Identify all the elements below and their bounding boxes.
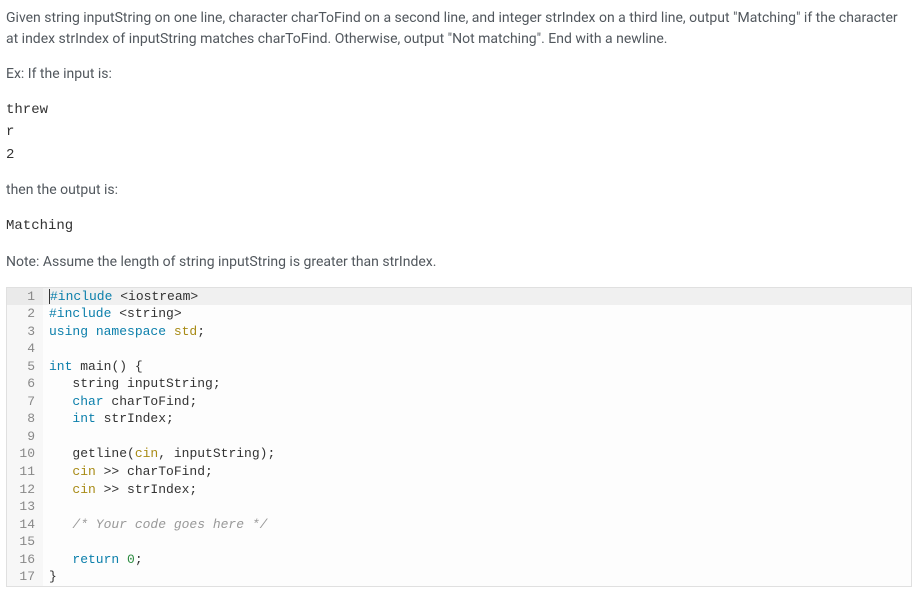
code-content[interactable]: int main() {	[43, 358, 911, 376]
code-content[interactable]: string inputString;	[43, 375, 911, 393]
code-content[interactable]	[43, 533, 911, 551]
code-content[interactable]: cin >> charToFind;	[43, 463, 911, 481]
code-line[interactable]: 6 string inputString;	[7, 375, 911, 393]
line-number: 8	[7, 410, 43, 428]
code-content[interactable]: return 0;	[43, 551, 911, 569]
example-input: threw r 2	[6, 99, 912, 166]
code-content[interactable]	[43, 498, 911, 516]
line-number: 10	[7, 445, 43, 463]
code-line[interactable]: 9	[7, 428, 911, 446]
example-output-label: then the output is:	[6, 180, 912, 201]
code-content[interactable]: #include <iostream>	[43, 288, 911, 306]
code-content[interactable]	[43, 428, 911, 446]
line-number: 2	[7, 305, 43, 323]
code-line[interactable]: 3using namespace std;	[7, 323, 911, 341]
code-line[interactable]: 2#include <string>	[7, 305, 911, 323]
code-content[interactable]	[43, 340, 911, 358]
line-number: 16	[7, 551, 43, 569]
code-line[interactable]: 1#include <iostream>	[7, 288, 911, 306]
code-line[interactable]: 8 int strIndex;	[7, 410, 911, 428]
line-number: 13	[7, 498, 43, 516]
code-line[interactable]: 14 /* Your code goes here */	[7, 516, 911, 534]
code-content[interactable]: using namespace std;	[43, 323, 911, 341]
code-line[interactable]: 11 cin >> charToFind;	[7, 463, 911, 481]
code-line[interactable]: 5int main() {	[7, 358, 911, 376]
line-number: 7	[7, 393, 43, 411]
line-number: 5	[7, 358, 43, 376]
code-content[interactable]: cin >> strIndex;	[43, 481, 911, 499]
code-content[interactable]: #include <string>	[43, 305, 911, 323]
code-content[interactable]: }	[43, 568, 911, 586]
code-line[interactable]: 7 char charToFind;	[7, 393, 911, 411]
code-content[interactable]: char charToFind;	[43, 393, 911, 411]
line-number: 6	[7, 375, 43, 393]
line-number: 14	[7, 516, 43, 534]
code-line[interactable]: 15	[7, 533, 911, 551]
line-number: 4	[7, 340, 43, 358]
code-content[interactable]: /* Your code goes here */	[43, 516, 911, 534]
code-line[interactable]: 16 return 0;	[7, 551, 911, 569]
line-number: 3	[7, 323, 43, 341]
line-number: 1	[7, 288, 43, 306]
code-editor[interactable]: 1#include <iostream>2#include <string>3u…	[6, 287, 912, 587]
line-number: 11	[7, 463, 43, 481]
line-number: 15	[7, 533, 43, 551]
code-line[interactable]: 13	[7, 498, 911, 516]
code-line[interactable]: 12 cin >> strIndex;	[7, 481, 911, 499]
problem-instruction: Given string inputString on one line, ch…	[6, 8, 912, 50]
example-input-label: Ex: If the input is:	[6, 64, 912, 85]
line-number: 9	[7, 428, 43, 446]
example-output: Matching	[6, 215, 912, 237]
code-line[interactable]: 10 getline(cin, inputString);	[7, 445, 911, 463]
line-number: 12	[7, 481, 43, 499]
code-content[interactable]: int strIndex;	[43, 410, 911, 428]
code-line[interactable]: 4	[7, 340, 911, 358]
code-line[interactable]: 17}	[7, 568, 911, 586]
code-content[interactable]: getline(cin, inputString);	[43, 445, 911, 463]
line-number: 17	[7, 568, 43, 586]
problem-note: Note: Assume the length of string inputS…	[6, 252, 912, 273]
